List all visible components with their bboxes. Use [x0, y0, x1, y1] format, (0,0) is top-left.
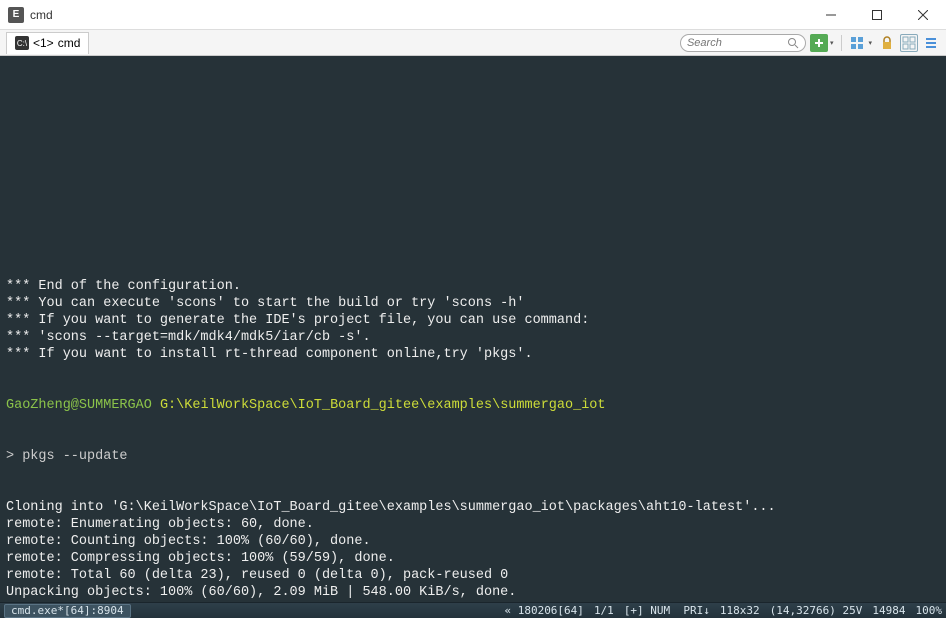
status-segment: 100% — [916, 604, 943, 617]
status-segment: « 180206[64] — [504, 604, 583, 617]
maximize-button[interactable] — [854, 0, 900, 29]
status-segment: 14984 — [872, 604, 905, 617]
terminal-output-line: *** 'scons --target=mdk/mdk4/mdk5/iar/cb… — [6, 329, 940, 346]
tab-label: cmd — [58, 36, 81, 50]
terminal-output-line: *** If you want to generate the IDE's pr… — [6, 312, 940, 329]
prompt-path: G:\KeilWorkSpace\IoT_Board_gitee\example… — [160, 398, 606, 413]
terminal-output-line: remote: Compressing objects: 100% (59/59… — [6, 550, 940, 567]
menu-icon[interactable] — [922, 34, 940, 52]
titlebar: E cmd — [0, 0, 946, 30]
terminal-output-line: Cloning into 'G:\KeilWorkSpace\IoT_Board… — [6, 499, 940, 516]
close-button[interactable] — [900, 0, 946, 29]
terminal-icon: C:\ — [15, 36, 29, 50]
terminal-output-line: *** If you want to install rt-thread com… — [6, 346, 940, 363]
add-tab-dropdown[interactable]: ▾ — [830, 39, 834, 47]
search-icon — [787, 37, 799, 49]
tab-index: <1> — [33, 36, 54, 50]
terminal-output-line: *** You can execute 'scons' to start the… — [6, 295, 940, 312]
terminal[interactable]: *** End of the configuration.*** You can… — [0, 56, 946, 602]
window-title: cmd — [30, 8, 53, 22]
lock-icon[interactable] — [878, 34, 896, 52]
search-input[interactable] — [687, 37, 787, 49]
search-box[interactable] — [680, 34, 806, 52]
terminal-output-line: ==============================> AHT10 la… — [6, 601, 940, 602]
statusbar: cmd.exe*[64]:8904 « 180206[64] 1/1 [+] NUM… — [0, 602, 946, 618]
status-segment: [+] NUM PRI↓ — [624, 604, 710, 617]
minimize-button[interactable] — [808, 0, 854, 29]
terminal-output-line: remote: Total 60 (delta 23), reused 0 (d… — [6, 567, 940, 584]
tabbar: C:\ <1> cmd ▾ ▾ — [0, 30, 946, 56]
terminal-output-line: remote: Counting objects: 100% (60/60), … — [6, 533, 940, 550]
windows-dropdown[interactable]: ▾ — [868, 39, 872, 47]
terminal-output-line: remote: Enumerating objects: 60, done. — [6, 516, 940, 533]
app-icon: E — [8, 7, 24, 23]
windows-icon[interactable] — [848, 34, 866, 52]
toolbar-separator — [841, 35, 842, 51]
grid-view-icon[interactable] — [900, 34, 918, 52]
tab-cmd[interactable]: C:\ <1> cmd — [6, 32, 89, 54]
terminal-output-line: *** End of the configuration. — [6, 278, 940, 295]
terminal-output-line: Unpacking objects: 100% (60/60), 2.09 Mi… — [6, 584, 940, 601]
window-controls — [808, 0, 946, 29]
command-line: > pkgs --update — [6, 448, 940, 465]
status-segment: 1/1 — [594, 604, 614, 617]
status-process[interactable]: cmd.exe*[64]:8904 — [4, 604, 131, 618]
add-tab-button[interactable] — [810, 34, 828, 52]
status-segment: 118x32 — [720, 604, 760, 617]
terminal-scrollback-gap — [6, 94, 940, 244]
status-segment: (14,32766) 25V — [770, 604, 863, 617]
prompt-user: GaoZheng@SUMMERGAO — [6, 398, 160, 413]
